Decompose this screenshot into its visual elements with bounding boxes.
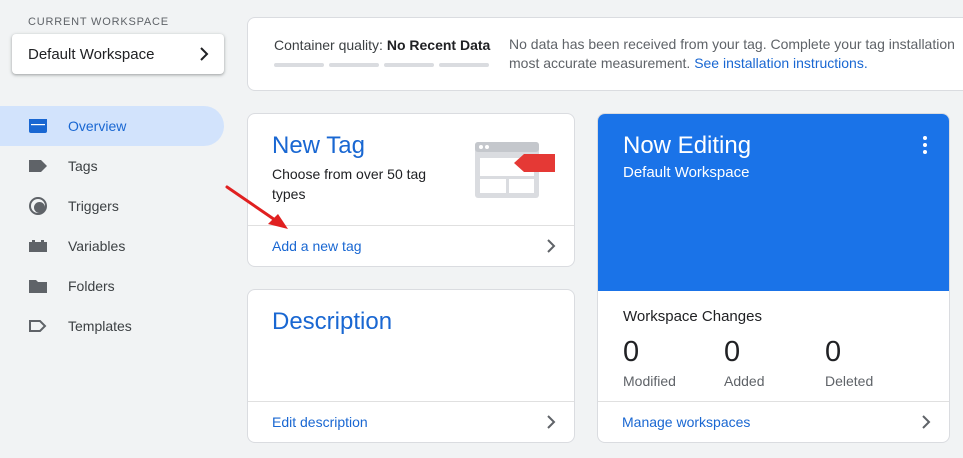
template-icon — [28, 316, 48, 336]
sidebar-item-label: Overview — [68, 118, 127, 134]
quality-meter-segment — [329, 63, 379, 67]
stat-deleted: 0 Deleted — [825, 334, 926, 389]
workspace-selector[interactable]: Default Workspace — [12, 34, 224, 74]
sidebar-item-label: Triggers — [68, 198, 119, 214]
sidebar-nav: Overview Tags Triggers Variables Folders… — [0, 106, 224, 346]
quality-meter-segment — [439, 63, 489, 67]
description-title: Description — [272, 308, 393, 335]
tag-illustration-icon — [475, 142, 555, 198]
now-editing-header: Now Editing Default Workspace — [598, 114, 949, 291]
installation-instructions-link[interactable]: See installation instructions. — [694, 55, 868, 71]
annotation-arrow-icon — [225, 185, 288, 229]
edit-description-label: Edit description — [272, 414, 368, 430]
quality-message-line2: most accurate measurement. See installat… — [509, 54, 955, 73]
variables-icon — [28, 236, 48, 256]
trigger-icon — [28, 196, 48, 216]
edit-description-link[interactable]: Edit description — [248, 401, 574, 442]
sidebar-item-folders[interactable]: Folders — [0, 266, 224, 306]
quality-message-line1: No data has been received from your tag.… — [509, 36, 955, 52]
sidebar-item-overview[interactable]: Overview — [0, 106, 224, 146]
current-workspace-label: CURRENT WORKSPACE — [28, 16, 169, 28]
sidebar-item-tags[interactable]: Tags — [0, 146, 224, 186]
workspace-name: Default Workspace — [28, 45, 155, 63]
overview-icon — [28, 116, 48, 136]
now-editing-title: Now Editing — [623, 132, 752, 159]
now-editing-workspace: Default Workspace — [623, 164, 750, 181]
more-vert-icon[interactable] — [919, 135, 931, 155]
quality-meter-segment — [384, 63, 434, 67]
folder-icon — [28, 276, 48, 296]
sidebar-item-label: Templates — [68, 318, 132, 334]
now-editing-card: Now Editing Default Workspace Workspace … — [597, 113, 950, 443]
container-quality-label: Container quality: — [274, 37, 383, 53]
chevron-right-icon — [547, 415, 556, 429]
container-quality-title: Container quality: No Recent Data — [274, 37, 490, 53]
chevron-right-icon — [922, 415, 931, 429]
sidebar-item-label: Folders — [68, 278, 115, 294]
container-quality-panel: Container quality: No Recent Data No dat… — [247, 17, 963, 91]
quality-meter — [274, 63, 489, 67]
manage-workspaces-link[interactable]: Manage workspaces — [598, 401, 949, 442]
sidebar-item-label: Tags — [68, 158, 98, 174]
stat-label: Modified — [623, 373, 676, 389]
stat-label: Deleted — [825, 373, 874, 389]
add-new-tag-label: Add a new tag — [272, 238, 362, 254]
stat-modified: 0 Modified — [623, 334, 724, 389]
quality-meter-segment — [274, 63, 324, 67]
container-quality-status: No Recent Data — [386, 37, 491, 53]
sidebar-item-label: Variables — [68, 238, 126, 254]
tag-icon — [28, 156, 48, 176]
description-card: Description Edit description — [247, 289, 575, 443]
chevron-right-icon — [200, 47, 209, 61]
sidebar-item-templates[interactable]: Templates — [0, 306, 224, 346]
stat-value: 0 — [724, 336, 741, 368]
quality-message-text: most accurate measurement. — [509, 55, 691, 71]
quality-message: No data has been received from your tag.… — [509, 35, 955, 73]
workspace-changes-title: Workspace Changes — [623, 308, 762, 325]
new-tag-title: New Tag — [272, 132, 365, 159]
sidebar-item-variables[interactable]: Variables — [0, 226, 224, 266]
stat-label: Added — [724, 373, 765, 389]
sidebar-item-triggers[interactable]: Triggers — [0, 186, 224, 226]
stat-value: 0 — [825, 336, 842, 368]
workspace-changes-stats: 0 Modified 0 Added 0 Deleted — [623, 334, 926, 389]
manage-workspaces-label: Manage workspaces — [622, 414, 751, 430]
stat-value: 0 — [623, 336, 640, 368]
chevron-right-icon — [547, 239, 556, 253]
stat-added: 0 Added — [724, 334, 825, 389]
